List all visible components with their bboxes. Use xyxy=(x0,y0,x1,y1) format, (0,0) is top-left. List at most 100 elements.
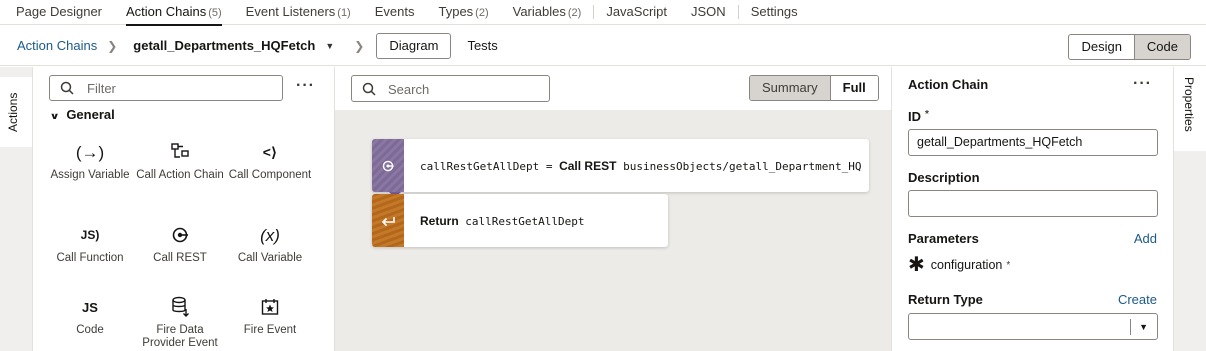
asterisk-icon: ✱ xyxy=(908,254,925,276)
tab-actions[interactable]: Actions xyxy=(0,77,32,147)
action-fire-data-provider-event[interactable]: Fire Data Provider Event xyxy=(135,292,225,350)
design-button[interactable]: Design xyxy=(1069,35,1133,59)
tab-label: Page Designer xyxy=(16,3,102,19)
tab-label: Variables xyxy=(512,3,566,19)
panel-title: Action Chain xyxy=(908,77,989,92)
tab-action-chains[interactable]: Action Chains (5) xyxy=(126,0,222,26)
action-call-component[interactable]: <⟩ Call Component xyxy=(225,137,315,182)
parameters-label: Parameters xyxy=(908,231,979,246)
call-action-chain-icon xyxy=(135,137,225,167)
rest-endpoint: businessObjects/getall_Department_HQ xyxy=(623,159,862,173)
code-button[interactable]: Code xyxy=(1133,35,1190,59)
caret-down-icon[interactable]: ▼ xyxy=(325,41,334,51)
return-node-badge xyxy=(372,194,404,247)
more-options-icon[interactable]: ··· xyxy=(1133,75,1152,93)
action-label: Call Action Chain xyxy=(136,169,224,181)
id-label-text: ID xyxy=(908,109,921,124)
more-options-icon[interactable]: ··· xyxy=(296,77,315,95)
required-marker: * xyxy=(1006,259,1011,271)
action-label: Call REST xyxy=(153,252,207,264)
tab-properties[interactable]: Properties xyxy=(1174,67,1206,151)
call-variable-icon: (x) xyxy=(260,225,280,245)
action-label: Fire Data Provider Event xyxy=(142,324,218,349)
tab-label: Event Listeners xyxy=(245,3,336,19)
call-component-icon: <⟩ xyxy=(262,143,278,160)
group-label: General xyxy=(66,107,115,122)
tab-count: (5) xyxy=(208,6,222,19)
tab-divider xyxy=(737,5,739,19)
action-call-function[interactable]: JS) Call Function xyxy=(45,220,135,265)
tab-count: (2) xyxy=(475,6,489,19)
action-code[interactable]: JS Code xyxy=(45,292,135,337)
tests-button[interactable]: Tests xyxy=(467,38,497,53)
parameter-item[interactable]: ✱ configuration * xyxy=(908,254,1011,276)
tab-json[interactable]: JSON xyxy=(691,0,726,25)
tab-label: Action Chains xyxy=(126,3,207,19)
full-button[interactable]: Full xyxy=(830,76,878,100)
tab-label: Settings xyxy=(750,3,798,19)
tab-types[interactable]: Types (2) xyxy=(438,0,488,25)
action-assign-variable[interactable]: (→) Assign Variable xyxy=(45,137,135,182)
actions-palette: Filter ··· ∨ General (→) Assign Variable … xyxy=(33,67,335,351)
select-divider xyxy=(1130,319,1131,335)
action-chain-selector[interactable]: getall_Departments_HQFetch xyxy=(133,38,315,53)
tab-javascript[interactable]: JavaScript xyxy=(606,0,667,25)
assign-variable-icon: (→) xyxy=(75,142,105,162)
tab-properties-label: Properties xyxy=(1182,77,1196,132)
breadcrumb-action-chains-link[interactable]: Action Chains xyxy=(17,38,97,53)
return-type-label: Return Type xyxy=(908,292,983,307)
id-label: ID * xyxy=(908,109,929,124)
diagram-button[interactable]: Diagram xyxy=(376,32,452,59)
tab-page-designer[interactable]: Page Designer xyxy=(16,0,102,25)
chevron-down-icon: ∨ xyxy=(49,111,60,121)
diagram-toolbar: Search Summary Full xyxy=(335,67,891,110)
action-fire-event[interactable]: Fire Event xyxy=(225,292,315,337)
chevron-right-icon: ❯ xyxy=(107,38,118,53)
tab-settings[interactable]: Settings xyxy=(751,0,798,25)
designer-tab-bar: Page Designer Action Chains (5) Event Lis… xyxy=(0,0,1206,26)
tab-count: (1) xyxy=(337,6,351,19)
action-call-variable[interactable]: (x) Call Variable xyxy=(225,220,315,265)
fire-event-icon xyxy=(225,292,315,322)
caret-down-icon: ▼ xyxy=(1139,322,1148,332)
tab-variables[interactable]: Variables (2) xyxy=(513,0,582,25)
tab-events[interactable]: Events xyxy=(375,0,415,25)
tab-actions-label: Actions xyxy=(6,92,20,132)
return-node[interactable]: Return callRestGetAllDept xyxy=(372,194,668,247)
summary-full-toggle: Summary Full xyxy=(749,75,879,101)
call-rest-icon xyxy=(135,220,225,250)
fire-data-provider-event-icon xyxy=(135,292,225,322)
action-label: Assign Variable xyxy=(50,169,130,181)
summary-button[interactable]: Summary xyxy=(750,76,831,100)
design-code-toggle: Design Code xyxy=(1068,34,1191,60)
action-type: Call REST xyxy=(559,158,617,173)
group-general-header[interactable]: ∨ General xyxy=(49,107,115,122)
description-field[interactable] xyxy=(908,190,1158,217)
action-call-action-chain[interactable]: Call Action Chain xyxy=(135,137,225,182)
chevron-right-icon: ❯ xyxy=(354,38,365,53)
call-rest-node[interactable]: callRestGetAllDept = Call REST businessO… xyxy=(372,139,869,192)
breadcrumb: Action Chains ❯ getall_Departments_HQFet… xyxy=(0,26,1206,66)
return-arrow-icon xyxy=(381,216,395,226)
right-side-tabs: Properties xyxy=(1173,67,1206,351)
action-label: Call Component xyxy=(228,169,312,181)
action-label: Fire Event xyxy=(243,324,297,336)
left-side-tabs: Actions xyxy=(0,67,33,351)
properties-panel: Action Chain ··· ID * getall_Departments_… xyxy=(891,67,1173,351)
tab-event-listeners[interactable]: Event Listeners (1) xyxy=(246,0,351,25)
result-variable: callRestGetAllDept xyxy=(420,159,540,173)
tab-label: Events xyxy=(374,3,415,19)
parameter-name: configuration xyxy=(930,258,1003,272)
search-icon xyxy=(60,81,74,95)
add-parameter-link[interactable]: Add xyxy=(1134,231,1157,246)
call-rest-node-badge xyxy=(372,139,404,192)
return-type-select[interactable]: ▼ xyxy=(908,313,1158,340)
required-marker: * xyxy=(925,109,929,120)
action-label: Code xyxy=(76,324,104,336)
call-rest-node-text: callRestGetAllDept = Call REST businessO… xyxy=(404,159,862,173)
create-type-link[interactable]: Create xyxy=(1118,292,1157,307)
search-input[interactable]: Search xyxy=(351,75,550,102)
id-field[interactable]: getall_Departments_HQFetch xyxy=(908,129,1158,156)
action-call-rest[interactable]: Call REST xyxy=(135,220,225,265)
filter-input[interactable]: Filter xyxy=(49,75,283,101)
